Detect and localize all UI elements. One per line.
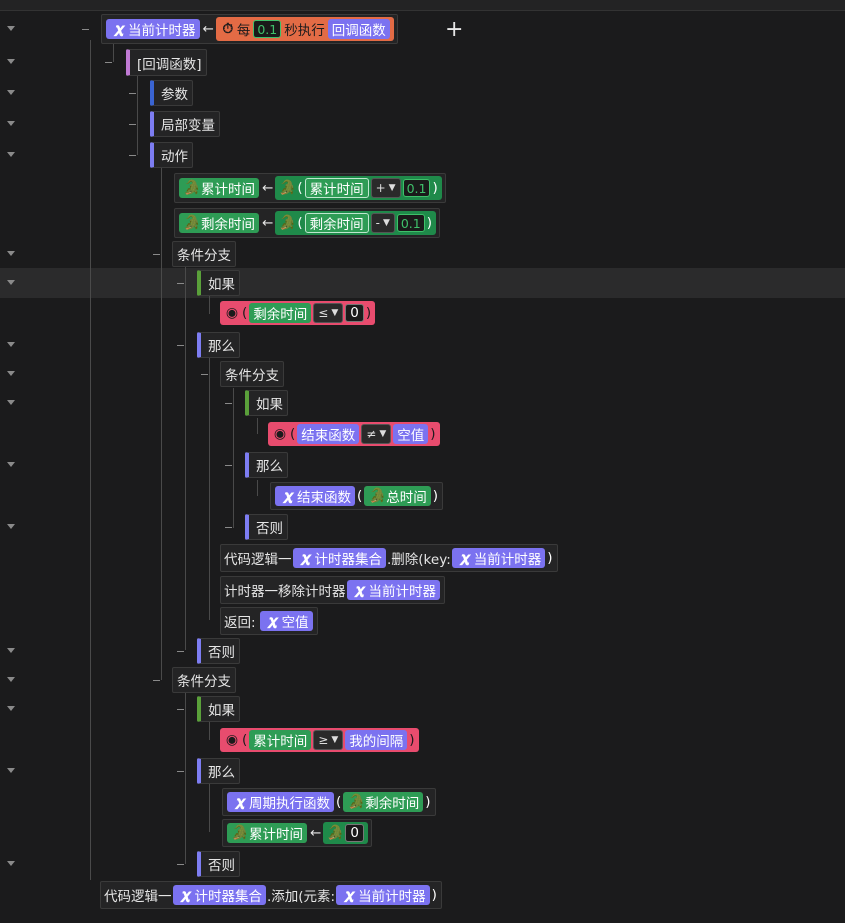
number-value[interactable]: 0	[345, 304, 364, 322]
add-to-set-block[interactable]: 代码逻辑一 𝝌 计时器集合 .添加(元素: 𝝌 当前计时器 )	[100, 881, 442, 909]
variable-x-icon: 𝝌	[181, 887, 190, 903]
if-node[interactable]: 如果	[197, 696, 240, 722]
fold-arrow-icon[interactable]	[6, 398, 15, 407]
branch-node[interactable]: 条件分支	[172, 241, 236, 267]
number-value[interactable]: 0	[345, 824, 364, 842]
fold-arrow-icon[interactable]	[6, 646, 15, 655]
fold-arrow-icon[interactable]	[6, 859, 15, 868]
top-scroll-strip	[0, 0, 845, 11]
compare-expression[interactable]: ◉( 剩余时间 ≤ ▼ 0)	[220, 301, 376, 325]
variable-x-icon: 𝝌	[355, 582, 364, 598]
timer-remove-block[interactable]: 计时器一移除计时器 𝝌 当前计时器	[220, 576, 445, 604]
fold-arrow-icon[interactable]	[6, 88, 15, 97]
inner-branch-node[interactable]: 条件分支	[220, 361, 284, 387]
local-var-icon: 🐊	[183, 215, 201, 231]
inner-condition-block[interactable]: ◉( 结束函数 ≠ ▼ 空值)	[268, 420, 440, 448]
null-value[interactable]: 空值	[393, 424, 429, 444]
local-var-icon: 🐊	[231, 825, 249, 841]
then-node[interactable]: 那么	[197, 332, 240, 358]
variable-chip[interactable]: 𝝌 当前计时器	[106, 19, 200, 39]
variable-x-icon: 𝝌	[235, 794, 245, 810]
operand-chip[interactable]: 累计时间	[304, 178, 369, 198]
fold-arrow-icon[interactable]	[6, 278, 15, 287]
fold-arrow-icon[interactable]	[6, 675, 15, 684]
local-var-icon: 🐊	[183, 180, 201, 196]
variable-x-icon: 𝝌	[268, 613, 277, 629]
operand-chip[interactable]: 剩余时间	[249, 303, 312, 323]
operand-chip[interactable]: 结束函数	[297, 424, 360, 444]
subtract-expression[interactable]: 🐊( 剩余时间 - ▼ 0.1)	[275, 211, 437, 235]
assign-arrow: ←	[202, 21, 214, 37]
variable-x-icon: 𝝌	[283, 488, 293, 504]
operand-chip[interactable]: 剩余时间	[304, 213, 369, 233]
not-equal-expression[interactable]: ◉( 结束函数 ≠ ▼ 空值)	[268, 422, 440, 446]
timer-assign-block[interactable]: 𝝌 当前计时器 ← ⏱ 每 0.1 秒执行 回调函数	[101, 14, 398, 44]
reset-accum-block[interactable]: 🐊 累计时间 ← 🐊 0	[222, 819, 372, 847]
params-node[interactable]: 参数	[150, 80, 193, 106]
variable-x-icon: 𝝌	[114, 21, 124, 37]
callback-chip[interactable]: 回调函数	[327, 19, 390, 39]
callback-node[interactable]: [回调函数]	[126, 49, 207, 76]
local-var-icon: 🐊	[278, 180, 297, 196]
call-end-function[interactable]: 𝝌 结束函数 ( 🐊 总时间 )	[270, 482, 444, 510]
fold-arrow-icon[interactable]	[6, 340, 15, 349]
remove-from-set-block[interactable]: 代码逻辑一 𝝌 计时器集合 .删除(key: 𝝌 当前计时器 )	[220, 544, 558, 572]
fold-arrow-icon[interactable]	[6, 24, 15, 33]
condition-block[interactable]: ◉( 累计时间 ≥ ▼ 我的间隔)	[220, 726, 419, 754]
operator-select[interactable]: ≠ ▼	[361, 424, 392, 444]
return-block[interactable]: 返回: 𝝌 空值	[220, 607, 318, 635]
branch-node[interactable]: 条件分支	[172, 667, 236, 693]
fold-arrow-icon[interactable]	[6, 522, 15, 531]
local-var-icon: 🐊	[326, 825, 345, 841]
local-var-icon: 🐊	[368, 488, 386, 504]
eye-icon: ◉	[273, 426, 287, 442]
number-value[interactable]: 0.1	[396, 214, 425, 232]
if-node[interactable]: 如果	[197, 270, 240, 296]
selected-row-highlight	[0, 268, 845, 298]
exec-label: 秒执行	[284, 23, 325, 39]
actions-node[interactable]: 动作	[150, 142, 193, 168]
fold-arrow-icon[interactable]	[6, 766, 15, 775]
every-label: 每	[236, 23, 251, 39]
add-expression[interactable]: 🐊( 累计时间 + ▼ 0.1)	[275, 176, 442, 200]
inner-else-node[interactable]: 否则	[245, 514, 288, 540]
add-button[interactable]: +	[445, 17, 463, 42]
fold-arrow-icon[interactable]	[6, 57, 15, 66]
operand-chip[interactable]: 累计时间	[249, 730, 312, 750]
fold-arrow-icon[interactable]	[6, 249, 15, 258]
interval-value[interactable]: 0.1	[253, 20, 282, 38]
fold-arrow-icon[interactable]	[6, 460, 15, 469]
inner-if-node[interactable]: 如果	[245, 390, 288, 416]
call-periodic-function[interactable]: 𝝌 周期执行函数 ( 🐊 剩余时间 )	[222, 788, 436, 816]
operator-select[interactable]: - ▼	[370, 213, 395, 233]
assign-remain-block[interactable]: 🐊 剩余时间 ← 🐊( 剩余时间 - ▼ 0.1)	[174, 208, 441, 238]
compare-expression[interactable]: ◉( 累计时间 ≥ ▼ 我的间隔)	[220, 728, 419, 752]
locals-node[interactable]: 局部变量	[150, 111, 220, 137]
fold-arrow-icon[interactable]	[6, 119, 15, 128]
operator-select[interactable]: + ▼	[370, 178, 401, 198]
periodic-timer-expression[interactable]: ⏱ 每 0.1 秒执行 回调函数	[215, 17, 394, 41]
assign-accum-block[interactable]: 🐊 累计时间 ← 🐊( 累计时间 + ▼ 0.1)	[174, 173, 446, 203]
eye-icon: ◉	[225, 732, 239, 748]
local-var-icon: 🐊	[278, 215, 297, 231]
variable-x-icon: 𝝌	[344, 887, 354, 903]
variable-x-icon: 𝝌	[301, 550, 310, 566]
interval-variable[interactable]: 我的间隔	[345, 730, 408, 750]
stopwatch-icon: ⏱	[222, 21, 234, 37]
condition-block[interactable]: ◉( 剩余时间 ≤ ▼ 0)	[220, 299, 376, 327]
fold-arrow-icon[interactable]	[6, 704, 15, 713]
then-node[interactable]: 那么	[197, 758, 240, 784]
else-node[interactable]: 否则	[197, 638, 240, 664]
else-node[interactable]: 否则	[197, 851, 240, 877]
inner-then-node[interactable]: 那么	[245, 452, 288, 478]
operator-select[interactable]: ≥ ▼	[313, 730, 344, 750]
variable-x-icon: 𝝌	[460, 550, 470, 566]
local-var-icon: 🐊	[347, 794, 365, 810]
operator-select[interactable]: ≤ ▼	[313, 303, 344, 323]
eye-icon: ◉	[225, 305, 239, 321]
fold-arrow-icon[interactable]	[6, 150, 15, 159]
number-value[interactable]: 0.1	[402, 179, 431, 197]
fold-arrow-icon[interactable]	[6, 369, 15, 378]
